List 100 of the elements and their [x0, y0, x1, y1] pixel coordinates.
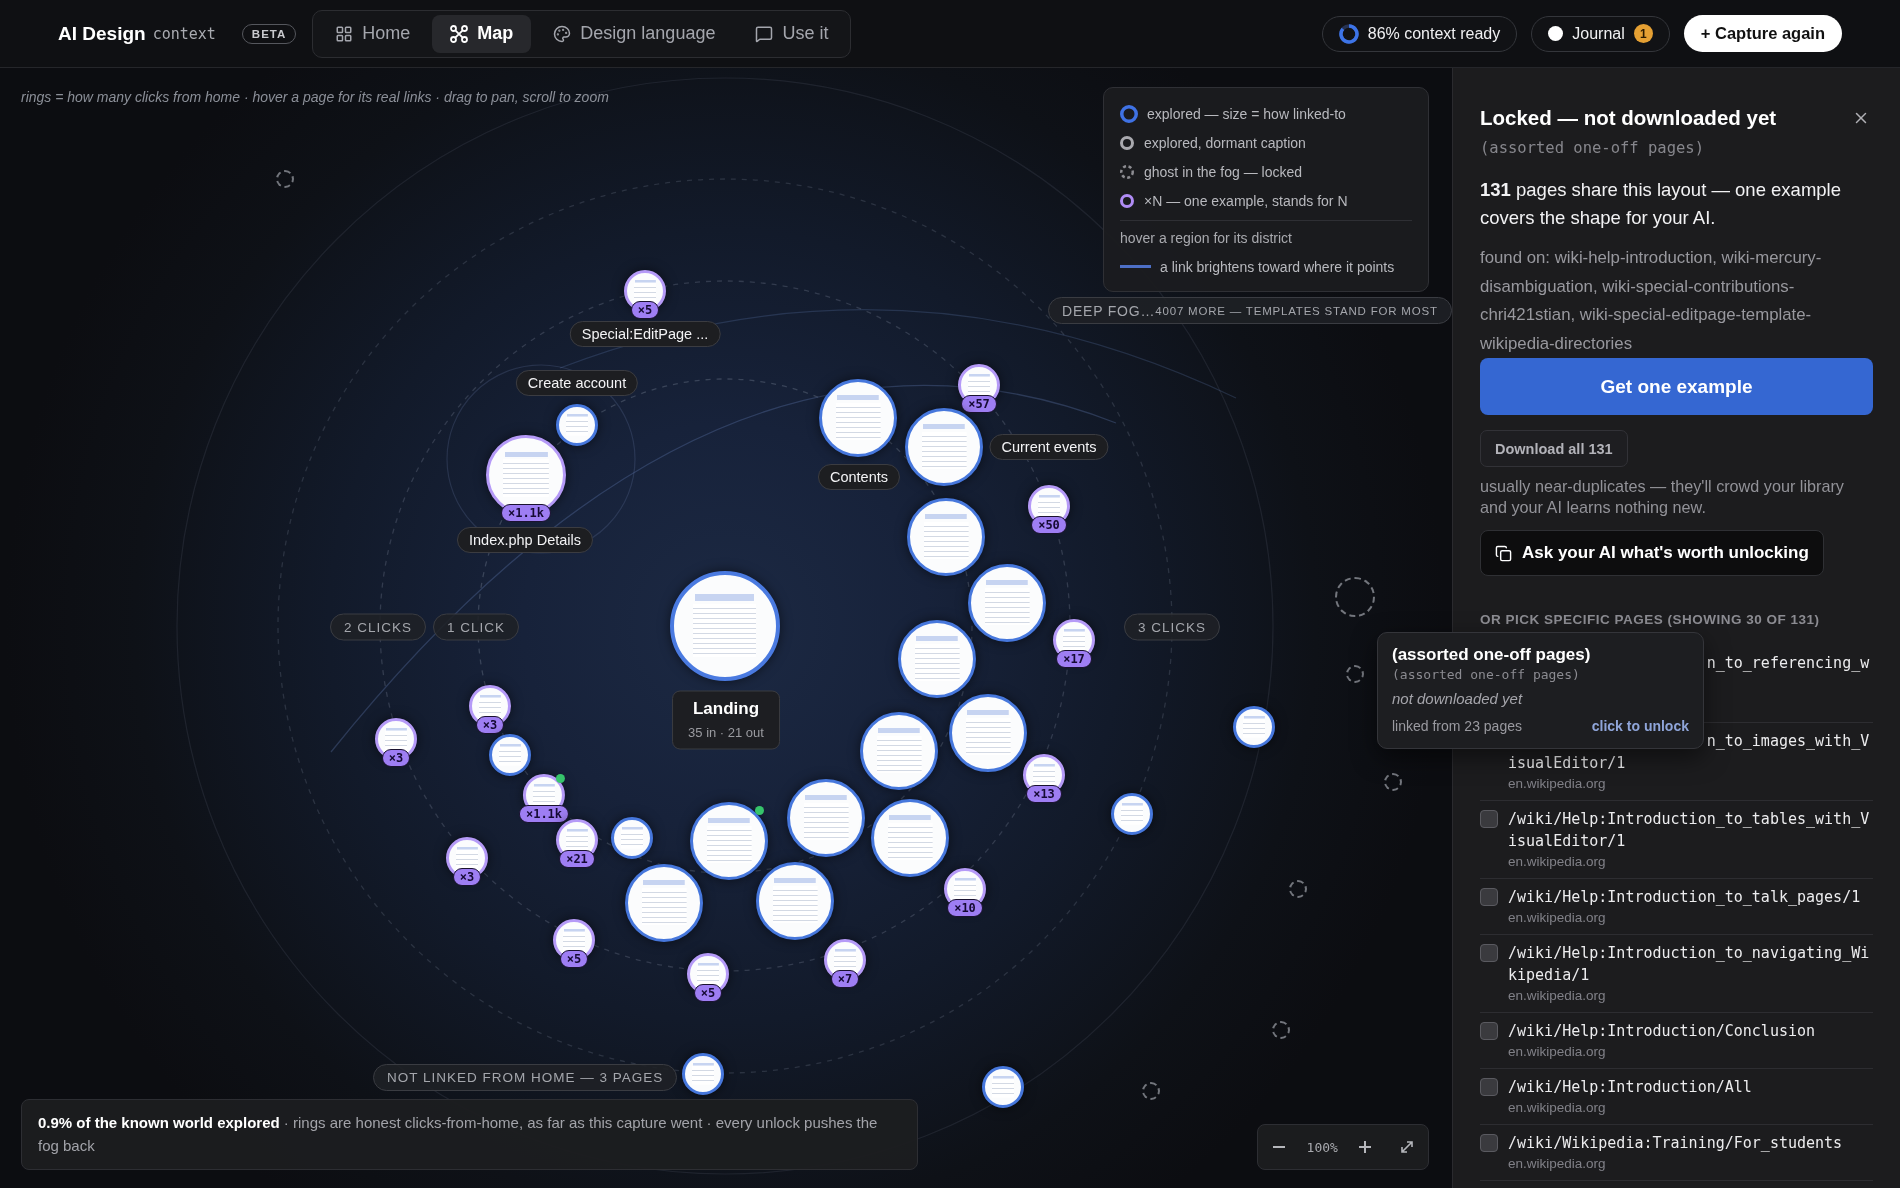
list-heading: OR PICK SPECIFIC PAGES (SHOWING 30 OF 131) — [1480, 611, 1821, 629]
count-badge: ×3 — [475, 716, 505, 734]
nav-tab[interactable]: Use it — [737, 14, 847, 53]
count-badge: ×3 — [381, 749, 411, 767]
page-path: /wiki/Help:Introduction/Conclusion — [1508, 1022, 1816, 1040]
checkbox[interactable] — [1480, 1022, 1498, 1040]
ring-label: 2 CLICKS — [330, 613, 426, 641]
summary-text: 131 pages share this layout — one example covers the shape for your AI. — [1480, 178, 1842, 230]
count-badge: ×5 — [630, 301, 660, 319]
checkbox[interactable] — [1480, 944, 1498, 962]
capture-button[interactable]: + Capture again — [1683, 15, 1842, 52]
checkbox[interactable] — [1480, 810, 1498, 828]
ghost-node[interactable] — [1272, 1021, 1290, 1039]
count-badge: ×10 — [947, 899, 983, 917]
grid-icon — [335, 24, 354, 43]
page-path: /wiki/Wikipedia:Training/For_students — [1508, 1134, 1843, 1152]
nav-tab[interactable]: Home — [317, 14, 429, 53]
page-node[interactable] — [787, 779, 865, 857]
line-icon — [1120, 265, 1151, 268]
checkbox[interactable] — [1480, 888, 1498, 906]
page-node[interactable] — [982, 1066, 1024, 1108]
journal-button[interactable]: Journal 1 — [1531, 15, 1670, 52]
ghost-node[interactable] — [1384, 773, 1402, 791]
count-badge: ×1.1k — [518, 805, 570, 823]
page-path: n_to_referencing_w — [1706, 654, 1870, 672]
node-label: Special:EditPage ... — [569, 321, 721, 347]
download-all-button[interactable]: Download all 131 — [1480, 430, 1628, 467]
expand-icon — [1401, 1141, 1413, 1153]
palette-icon — [553, 24, 572, 43]
duplicates-note: usually near-duplicates — they'll crowd your library and your AI learns nothing new. — [1480, 476, 1845, 518]
page-node[interactable] — [898, 620, 976, 698]
ghost-node[interactable] — [276, 170, 294, 188]
count-badge: ×50 — [1031, 516, 1067, 534]
page-node[interactable] — [819, 379, 897, 457]
count-badge: 1 — [1633, 24, 1653, 43]
ghost-node[interactable] — [1346, 665, 1364, 683]
ring-icon — [1120, 193, 1134, 208]
page-path: /wiki/Help:Introduction/All — [1508, 1078, 1752, 1096]
page-node[interactable] — [690, 802, 768, 880]
tooltip-subtitle: (assorted one-off pages) — [1392, 666, 1581, 684]
count-badge: ×21 — [559, 850, 595, 868]
context-status-button[interactable]: 86% context ready — [1321, 15, 1518, 52]
ghost-node[interactable] — [1289, 880, 1307, 898]
page-domain: en.wikipedia.org — [1508, 1155, 1607, 1173]
node-label: Contents — [818, 464, 900, 490]
brand-suffix: context — [152, 24, 216, 43]
count-badge: ×17 — [1056, 650, 1092, 668]
nav-tab[interactable]: Map — [432, 14, 532, 53]
count-badge: ×57 — [961, 395, 997, 413]
page-node[interactable] — [682, 1053, 724, 1095]
page-node[interactable] — [556, 404, 598, 446]
dot-icon — [1548, 26, 1564, 41]
page-path: /wiki/Help:Introduction_to_tables_with_VisualEditor/1 — [1508, 810, 1870, 850]
plus-icon — [1359, 1141, 1372, 1153]
page-node[interactable] — [1111, 793, 1153, 835]
fog-detail: 4007 MORE — TEMPLATES STAND FOR MOST — [1155, 304, 1438, 317]
count-badge: ×7 — [830, 970, 860, 988]
copy-icon — [1495, 544, 1512, 562]
brand-name: AI Design — [58, 22, 146, 45]
page-domain: en.wikipedia.org — [1508, 853, 1607, 871]
page-node[interactable] — [907, 498, 985, 576]
ring-icon — [1120, 135, 1134, 150]
message-icon — [755, 24, 774, 43]
panel-title: Locked — not downloaded yet — [1480, 105, 1777, 131]
legend-text: ×N — one example, stands for N — [1144, 192, 1348, 209]
panel-subtitle: (assorted one-off pages) — [1480, 138, 1705, 159]
tooltip-title: (assorted one-off pages) — [1392, 644, 1592, 666]
legend-text: explored, dormant caption — [1144, 134, 1306, 151]
map-hint: rings = how many clicks from home · hover a page for its real links · drag to pan, scroll to zoom — [21, 88, 609, 106]
page-node[interactable] — [1233, 706, 1275, 748]
map-caption: 0.9% of the known world explored · rings are honest clicks-from-home, as far as this capture went · every unlock pushes the fog back — [21, 1099, 918, 1170]
legend-text: ghost in the fog — locked — [1144, 163, 1302, 180]
checkbox[interactable] — [1480, 1134, 1498, 1152]
page-path: /wiki/Help:Introduction_to_talk_pages/1 — [1508, 888, 1861, 906]
ring-icon — [1120, 104, 1138, 123]
checkbox[interactable] — [1480, 1078, 1498, 1096]
page-node[interactable] — [489, 734, 531, 776]
page-domain: en.wikipedia.org — [1508, 987, 1607, 1005]
node-title: Landing — [692, 697, 760, 720]
node-label: Current events — [989, 434, 1109, 460]
count-badge: ×1.1k — [500, 504, 552, 522]
ghost-node[interactable] — [1335, 577, 1375, 617]
page-node[interactable] — [968, 564, 1046, 642]
count-badge: ×5 — [693, 984, 723, 1002]
dashed-ring-icon — [1120, 164, 1134, 179]
page-node[interactable] — [949, 694, 1027, 772]
page-domain: en.wikipedia.org — [1508, 775, 1607, 793]
count-badge: ×5 — [559, 950, 589, 968]
orphans-label: NOT LINKED FROM HOME — 3 PAGES — [373, 1064, 678, 1091]
nav-tab[interactable]: Design language — [535, 14, 734, 53]
legend-note: hover a region for its district — [1120, 229, 1293, 248]
page-domain: en.wikipedia.org — [1508, 1099, 1607, 1117]
count-badge: ×13 — [1026, 785, 1062, 803]
ask-ai-button[interactable]: Ask your AI what's worth unlocking — [1480, 530, 1824, 576]
ghost-node[interactable] — [1142, 1082, 1160, 1100]
page-domain: en.wikipedia.org — [1508, 909, 1607, 927]
page-node[interactable] — [611, 817, 653, 859]
node-label: Create account — [515, 370, 639, 396]
page-path: /wiki/Help:Introduction_to_navigating_Wikipedia/1 — [1508, 944, 1870, 984]
get-example-button[interactable]: Get one example — [1480, 358, 1873, 415]
